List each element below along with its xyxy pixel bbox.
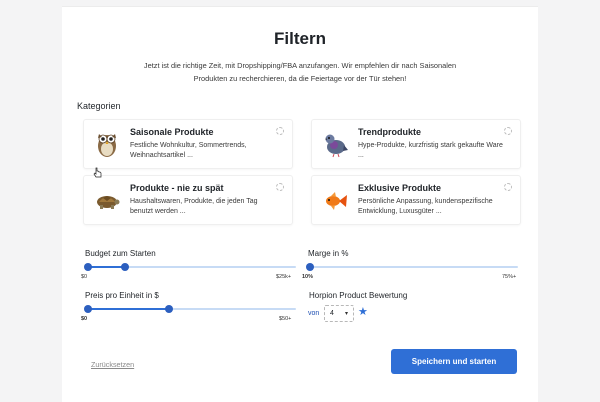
goldfish-icon — [322, 184, 348, 214]
save-and-start-button[interactable]: Speichern und starten — [391, 349, 517, 374]
star-icon: ★ — [358, 306, 368, 318]
intro-text: Jetzt ist die richtige Zeit, mit Dropshi… — [143, 61, 457, 83]
category-title: Exklusive Produkte — [358, 183, 442, 193]
category-radio[interactable] — [276, 183, 284, 191]
category-card-trend[interactable]: Trendprodukte Hype-Produkte, kurzfristig… — [311, 119, 521, 169]
margin-min-label: 10% — [302, 274, 314, 280]
rating-prefix: von — [308, 310, 320, 317]
category-description: Hype-Produkte, kurzfristig stark gekauft… — [358, 142, 503, 159]
rating-value: 4 — [330, 310, 334, 317]
turtle-icon — [94, 184, 120, 214]
price-slider-max-handle[interactable] — [165, 305, 174, 313]
margin-max-label: 75%+ — [502, 274, 517, 280]
category-title: Trendprodukte — [358, 127, 422, 137]
owl-icon — [94, 128, 120, 158]
category-card-exclusive[interactable]: Exklusive Produkte Persönliche Anpassung… — [311, 175, 521, 225]
budget-min-label: $0 — [81, 274, 88, 280]
price-slider-min-handle[interactable] — [84, 305, 92, 313]
price-slider-label: Preis pro Einheit in $ — [85, 291, 159, 300]
category-description: Persönliche Anpassung, kundenspezifische… — [358, 198, 493, 215]
category-card-evergreen[interactable]: Produkte - nie zu spät Haushaltswaren, P… — [83, 175, 293, 225]
category-description: Festliche Wohnkultur, Sommertrends, Weih… — [130, 142, 247, 159]
budget-max-label: $25k+ — [276, 274, 292, 280]
rating-label: Horpion Product Bewertung — [309, 291, 408, 300]
budget-slider-min-handle[interactable] — [84, 263, 92, 271]
price-slider-track[interactable] — [84, 305, 296, 313]
margin-slider-label: Marge in % — [308, 249, 349, 258]
pigeon-icon — [322, 128, 348, 158]
category-radio[interactable] — [504, 127, 512, 135]
budget-slider-fill — [88, 266, 126, 268]
filter-panel: Filtern Jetzt ist die richtige Zeit, mit… — [62, 6, 538, 402]
reset-link[interactable]: Zurücksetzen — [91, 360, 134, 369]
category-radio[interactable] — [276, 127, 284, 135]
category-title: Saisonale Produkte — [130, 127, 214, 137]
margin-slider-track[interactable] — [306, 263, 518, 271]
category-card-seasonal[interactable]: Saisonale Produkte Festliche Wohnkultur,… — [83, 119, 293, 169]
rating-select[interactable]: 4 ▾ — [324, 305, 354, 322]
categories-label: Kategorien — [77, 101, 121, 111]
category-title: Produkte - nie zu spät — [130, 183, 224, 193]
category-radio[interactable] — [504, 183, 512, 191]
category-description: Haushaltswaren, Produkte, die jeden Tag … — [130, 198, 258, 215]
budget-slider-max-handle[interactable] — [121, 263, 130, 271]
mouse-cursor-icon — [93, 167, 102, 178]
price-min-label: $0 — [81, 316, 88, 322]
price-max-label: $50+ — [279, 316, 292, 322]
budget-slider-label: Budget zum Starten — [85, 249, 156, 258]
page-title: Filtern — [274, 29, 326, 48]
price-slider-fill — [88, 308, 170, 310]
margin-slider-min-handle[interactable] — [306, 263, 314, 271]
budget-slider-track[interactable] — [84, 263, 296, 271]
chevron-down-icon: ▾ — [344, 311, 348, 317]
